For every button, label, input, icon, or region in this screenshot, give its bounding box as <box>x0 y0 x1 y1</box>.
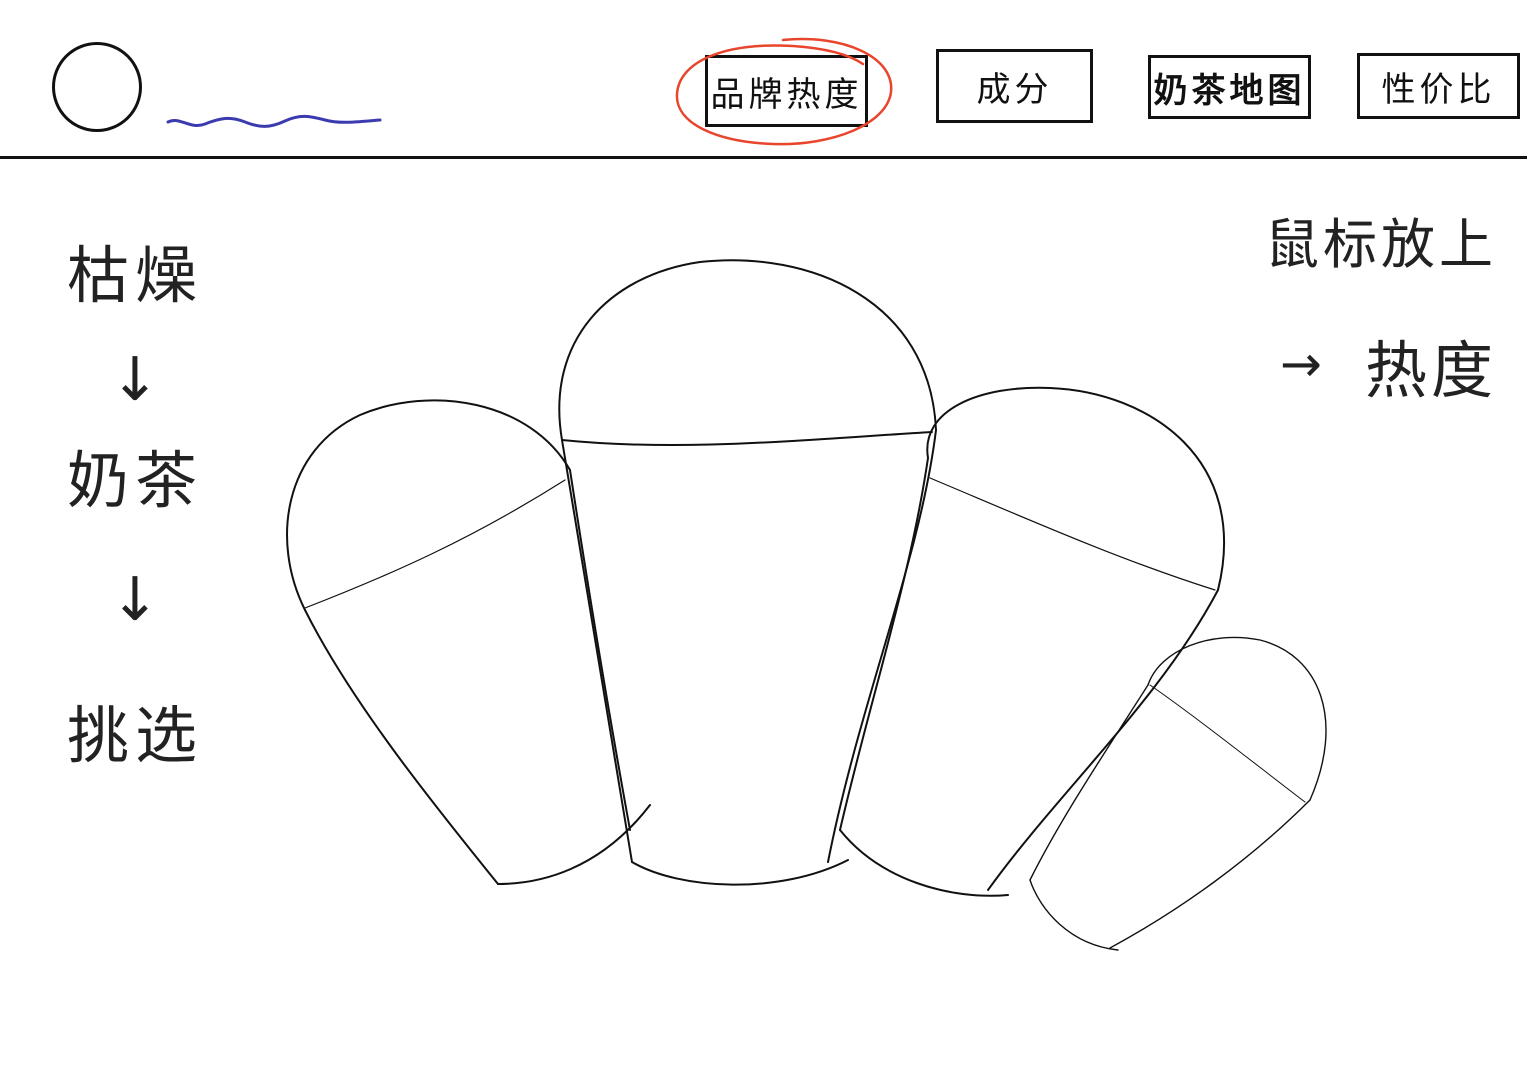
cup-3[interactable] <box>839 386 1225 897</box>
cup-2[interactable] <box>558 259 937 886</box>
cup-4[interactable] <box>1029 636 1327 951</box>
cup-chart <box>286 259 1327 951</box>
